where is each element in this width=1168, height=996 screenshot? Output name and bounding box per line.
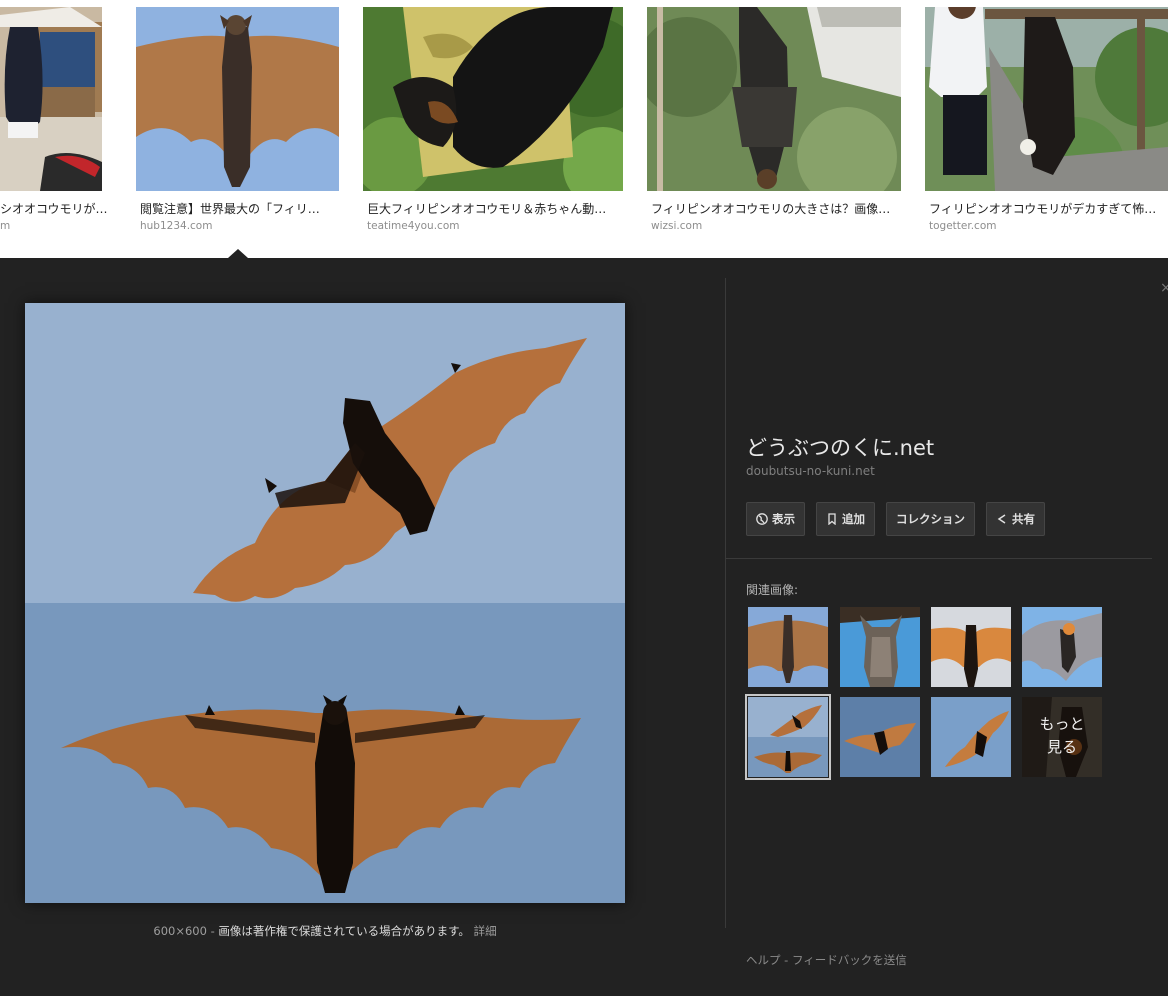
result-card-5[interactable]: フィリピンオオコウモリがデカすぎて怖い… togetter.com [925, 7, 1168, 237]
image-caption: 600×600 - 画像は著作権で保護されている場合があります。 詳細 [0, 923, 650, 939]
result-source-2: hub1234.com [140, 220, 213, 232]
copyright-notice: 画像は著作権で保護されている場合があります。 [218, 924, 470, 938]
more-label-line2: 見る [1046, 738, 1077, 756]
result-image-2[interactable] [136, 7, 339, 191]
image-dimensions: 600×600 [153, 924, 207, 938]
action-buttons: 表示 追加 コレクション 共有 [746, 502, 1045, 536]
result-title-1[interactable]: シオオコウモリが… [0, 200, 112, 217]
selected-result-pointer [228, 249, 248, 258]
results-strip: シオオコウモリが… m 閲覧注意】世界最大の「フィリ… hub1234.com [0, 0, 1168, 258]
related-image-5[interactable] [745, 694, 831, 780]
result-card-2[interactable]: 閲覧注意】世界最大の「フィリ… hub1234.com [136, 7, 340, 237]
result-source-1: m [0, 220, 11, 232]
result-title-4[interactable]: フィリピンオオコウモリの大きさは？画像… [651, 200, 901, 217]
related-image-3[interactable] [931, 607, 1011, 687]
result-source-4: wizsi.com [651, 220, 703, 232]
related-image-7[interactable] [931, 697, 1011, 777]
site-domain: doubutsu-no-kuni.net [746, 464, 875, 478]
result-card-4[interactable]: フィリピンオオコウモリの大きさは？画像… wizsi.com [647, 7, 901, 237]
related-images-more[interactable]: もっと 見る [1022, 697, 1102, 777]
bookmark-icon [828, 513, 836, 525]
view-button-label: 表示 [772, 512, 795, 526]
caption-separator: - [210, 924, 215, 938]
add-button[interactable]: 追加 [816, 502, 875, 536]
globe-icon [756, 513, 768, 525]
share-button[interactable]: 共有 [986, 502, 1045, 536]
site-title[interactable]: どうぶつのくに.net [746, 432, 934, 462]
main-preview-image[interactable] [25, 303, 625, 903]
collection-button[interactable]: コレクション [886, 502, 975, 536]
feedback-link[interactable]: フィードバックを送信 [792, 953, 907, 967]
share-icon [997, 514, 1006, 524]
view-button[interactable]: 表示 [746, 502, 805, 536]
result-card-3[interactable]: 巨大フィリピンオオコウモリ＆赤ちゃん動… teatime4you.com [363, 7, 623, 237]
result-title-5[interactable]: フィリピンオオコウモリがデカすぎて怖い… [929, 200, 1168, 217]
collection-button-label: コレクション [896, 512, 965, 526]
image-viewer-panel: 600×600 - 画像は著作権で保護されている場合があります。 詳細 × どう… [0, 258, 1168, 996]
related-image-6[interactable] [840, 697, 920, 777]
result-image-4[interactable] [647, 7, 901, 191]
more-images-overlay[interactable]: もっと 見る [1022, 697, 1102, 777]
panel-divider [725, 278, 726, 928]
details-link[interactable]: 詳細 [474, 924, 497, 938]
footer-links: ヘルプ - フィードバックを送信 [746, 952, 907, 968]
related-image-1[interactable] [748, 607, 828, 687]
share-button-label: 共有 [1012, 512, 1035, 526]
section-divider [726, 558, 1152, 559]
close-icon[interactable]: × [1160, 280, 1168, 296]
help-link[interactable]: ヘルプ [746, 953, 781, 967]
result-image-3[interactable] [363, 7, 623, 191]
add-button-label: 追加 [842, 512, 865, 526]
related-image-4[interactable] [1022, 607, 1102, 687]
result-image-5[interactable] [925, 7, 1168, 191]
result-title-3[interactable]: 巨大フィリピンオオコウモリ＆赤ちゃん動… [367, 200, 623, 217]
related-images-label: 関連画像: [746, 583, 799, 597]
related-image-2[interactable] [840, 607, 920, 687]
result-image-1[interactable] [0, 7, 102, 191]
result-card-1[interactable]: シオオコウモリが… m [0, 7, 112, 237]
footer-separator: - [784, 953, 789, 967]
result-source-5: togetter.com [929, 220, 997, 232]
related-images-grid: もっと 見る [745, 607, 1108, 780]
result-title-2[interactable]: 閲覧注意】世界最大の「フィリ… [140, 200, 340, 217]
more-label-line1: もっと [1039, 715, 1085, 733]
result-source-3: teatime4you.com [367, 220, 460, 232]
